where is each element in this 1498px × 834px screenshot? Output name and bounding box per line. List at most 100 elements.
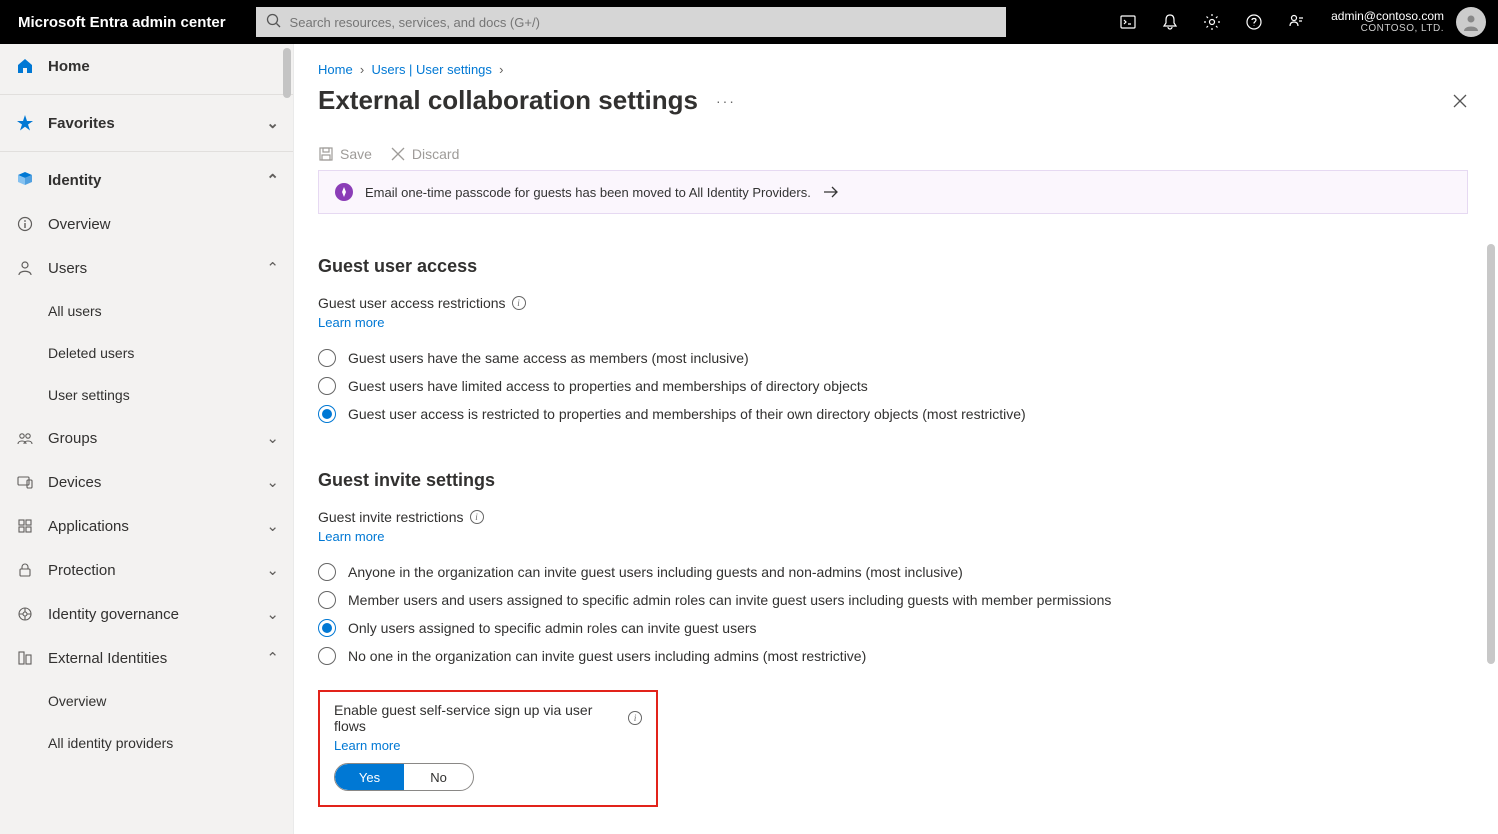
feedback-icon[interactable] (1275, 0, 1317, 44)
star-icon (14, 114, 36, 132)
guest-invite-option-0[interactable]: Anyone in the organization can invite gu… (318, 558, 1468, 586)
breadcrumb: Home › Users | User settings › (318, 62, 1468, 77)
nav-favorites-label: Favorites (48, 115, 115, 132)
self-service-learn[interactable]: Learn more (334, 738, 400, 753)
top-bar: Microsoft Entra admin center admin@conto… (0, 0, 1498, 44)
governance-icon (14, 606, 36, 622)
radio-button[interactable] (318, 619, 336, 637)
nav-all-users[interactable]: All users (0, 290, 293, 332)
nav-external[interactable]: External Identities ⌃ (0, 636, 293, 680)
nav-overview[interactable]: Overview (0, 202, 293, 246)
main-content: Home › Users | User settings › External … (294, 44, 1498, 834)
help-icon[interactable] (1233, 0, 1275, 44)
nav-identity[interactable]: Identity ⌃ (0, 158, 293, 202)
self-service-toggle[interactable]: Yes No (334, 763, 474, 791)
search-wrap (256, 7, 1006, 37)
user-icon (14, 260, 36, 276)
nav-deleted-users[interactable]: Deleted users (0, 332, 293, 374)
save-button[interactable]: Save (318, 146, 372, 162)
radio-label: Member users and users assigned to speci… (348, 592, 1111, 608)
toggle-yes[interactable]: Yes (335, 764, 404, 790)
nav-protection[interactable]: Protection ⌄ (0, 548, 293, 592)
devices-icon (14, 474, 36, 490)
guest-invite-option-1[interactable]: Member users and users assigned to speci… (318, 586, 1468, 614)
nav-applications[interactable]: Applications ⌄ (0, 504, 293, 548)
search-icon (266, 13, 282, 29)
nav-favorites[interactable]: Favorites ⌄ (0, 101, 293, 145)
guest-access-heading: Guest user access (318, 256, 1468, 277)
account-block[interactable]: admin@contoso.com CONTOSO, LTD. (1317, 9, 1452, 35)
nav-users[interactable]: Users ⌃ (0, 246, 293, 290)
chevron-down-icon: ⌄ (266, 114, 279, 132)
divider (0, 151, 293, 152)
arrow-right-icon[interactable] (823, 185, 839, 199)
cloud-shell-icon[interactable] (1107, 0, 1149, 44)
nav-external-label: External Identities (48, 650, 167, 667)
radio-label: No one in the organization can invite gu… (348, 648, 866, 664)
nav-identity-gov-label: Identity governance (48, 606, 179, 623)
guest-access-learn[interactable]: Learn more (318, 315, 384, 330)
page-title: External collaboration settings (318, 85, 698, 116)
nav-groups[interactable]: Groups ⌄ (0, 416, 293, 460)
guest-invite-sub: Guest invite restrictions i (318, 509, 1468, 525)
info-icon[interactable]: i (628, 711, 642, 725)
radio-button[interactable] (318, 591, 336, 609)
avatar[interactable] (1456, 7, 1486, 37)
radio-button[interactable] (318, 563, 336, 581)
nav-groups-label: Groups (48, 430, 97, 447)
command-bar: Save Discard (318, 146, 1468, 170)
guest-invite-learn[interactable]: Learn more (318, 529, 384, 544)
nav-applications-label: Applications (48, 518, 129, 535)
apps-icon (14, 518, 36, 534)
nav-identity-gov[interactable]: Identity governance ⌄ (0, 592, 293, 636)
brand: Microsoft Entra admin center (18, 14, 226, 31)
guest-access-radio-group: Guest users have the same access as memb… (318, 344, 1468, 428)
guest-access-sub: Guest user access restrictions i (318, 295, 1468, 311)
nav-protection-label: Protection (48, 562, 116, 579)
main-scrollbar[interactable] (1487, 244, 1495, 664)
toggle-no[interactable]: No (404, 764, 473, 790)
breadcrumb-home[interactable]: Home (318, 62, 353, 77)
chevron-up-icon: ⌃ (266, 171, 279, 189)
chevron-down-icon: ⌄ (266, 605, 279, 623)
nav-user-settings[interactable]: User settings (0, 374, 293, 416)
radio-button[interactable] (318, 377, 336, 395)
guest-invite-radio-group: Anyone in the organization can invite gu… (318, 558, 1468, 670)
close-button[interactable] (1452, 93, 1468, 109)
nav-devices[interactable]: Devices ⌄ (0, 460, 293, 504)
chevron-down-icon: ⌄ (266, 517, 279, 535)
breadcrumb-users[interactable]: Users | User settings (372, 62, 492, 77)
radio-button[interactable] (318, 405, 336, 423)
guest-access-option-0[interactable]: Guest users have the same access as memb… (318, 344, 1468, 372)
chevron-up-icon: ⌃ (266, 259, 279, 277)
guest-invite-option-3[interactable]: No one in the organization can invite gu… (318, 642, 1468, 670)
search-input[interactable] (256, 7, 1006, 37)
settings-icon[interactable] (1191, 0, 1233, 44)
nav-external-idp[interactable]: All identity providers (0, 722, 293, 764)
guest-access-option-1[interactable]: Guest users have limited access to prope… (318, 372, 1468, 400)
discard-button[interactable]: Discard (390, 146, 459, 162)
guest-invite-heading: Guest invite settings (318, 470, 1468, 491)
more-actions-button[interactable]: ··· (716, 93, 736, 109)
radio-button[interactable] (318, 349, 336, 367)
radio-label: Guest users have limited access to prope… (348, 378, 868, 394)
info-icon[interactable]: i (512, 296, 526, 310)
info-banner: Email one-time passcode for guests has b… (318, 170, 1468, 214)
chevron-down-icon: ⌄ (266, 429, 279, 447)
divider (0, 94, 293, 95)
topbar-icons: admin@contoso.com CONTOSO, LTD. (1107, 0, 1498, 44)
notifications-icon[interactable] (1149, 0, 1191, 44)
nav-devices-label: Devices (48, 474, 101, 491)
guest-invite-option-2[interactable]: Only users assigned to specific admin ro… (318, 614, 1468, 642)
banner-text: Email one-time passcode for guests has b… (365, 185, 811, 200)
chevron-down-icon: ⌄ (266, 473, 279, 491)
nav-users-label: Users (48, 260, 87, 277)
nav-home[interactable]: Home (0, 44, 293, 88)
guest-access-option-2[interactable]: Guest user access is restricted to prope… (318, 400, 1468, 428)
radio-button[interactable] (318, 647, 336, 665)
compass-icon (335, 183, 353, 201)
info-icon (14, 216, 36, 232)
nav-external-overview[interactable]: Overview (0, 680, 293, 722)
info-icon[interactable]: i (470, 510, 484, 524)
home-icon (14, 57, 36, 75)
